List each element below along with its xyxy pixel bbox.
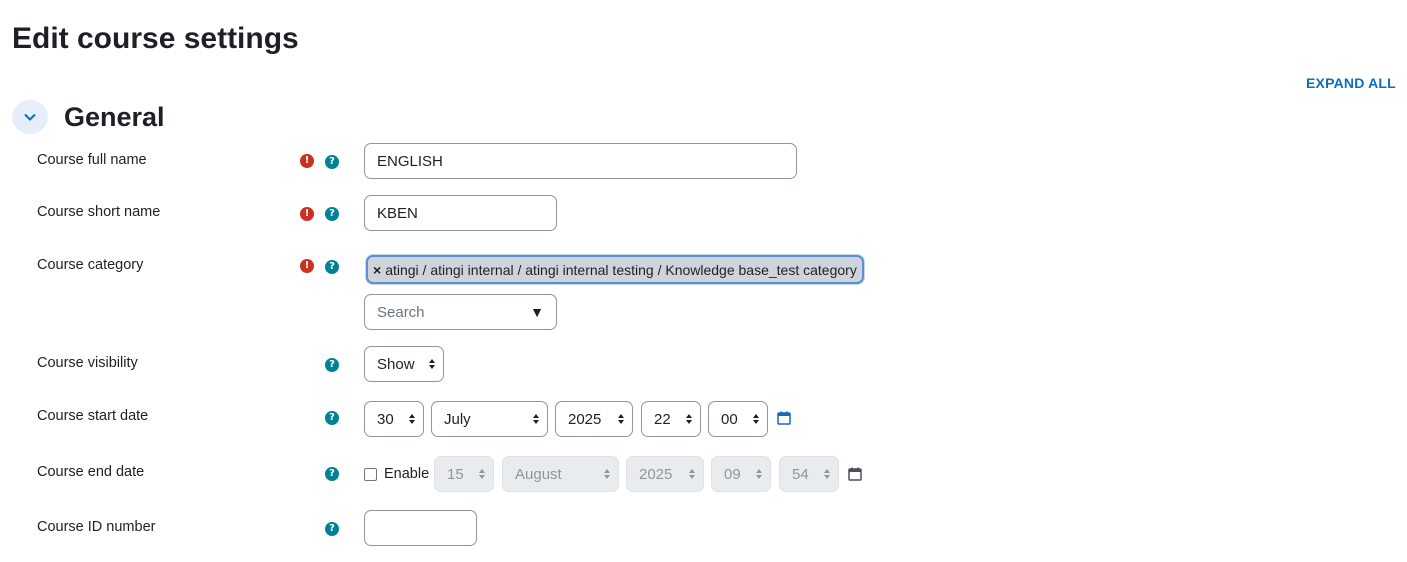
- end-date-enable-checkbox[interactable]: [364, 468, 377, 481]
- select-arrows-icon: [689, 469, 695, 479]
- help-icon[interactable]: ?: [325, 522, 339, 536]
- end-day-value: 15: [447, 465, 464, 483]
- help-icon[interactable]: ?: [325, 358, 339, 372]
- required-icon: !: [300, 259, 314, 273]
- select-arrows-icon: [753, 414, 759, 424]
- course-visibility-label: Course visibility: [37, 355, 138, 371]
- category-search-input[interactable]: Search ▼: [364, 294, 557, 330]
- start-hour-value: 22: [654, 410, 671, 428]
- end-year-select: 2025: [626, 456, 704, 492]
- start-month-value: July: [444, 410, 471, 428]
- select-arrows-icon: [533, 414, 539, 424]
- course-short-name-label: Course short name: [37, 204, 161, 220]
- end-hour-value: 09: [724, 465, 741, 483]
- select-arrows-icon: [479, 469, 485, 479]
- selected-category-chip[interactable]: × atingi / atingi internal / atingi inte…: [366, 255, 864, 284]
- help-icon[interactable]: ?: [325, 467, 339, 481]
- end-month-select: August: [502, 456, 619, 492]
- section-collapse-toggle[interactable]: [12, 100, 48, 134]
- course-full-name-input[interactable]: [364, 143, 797, 179]
- select-arrows-icon: [409, 414, 415, 424]
- calendar-icon[interactable]: [777, 411, 791, 425]
- dropdown-arrow-icon[interactable]: ▼: [530, 304, 544, 320]
- start-year-select[interactable]: 2025: [555, 401, 633, 437]
- end-month-value: August: [515, 465, 562, 483]
- course-category-label: Course category: [37, 257, 144, 273]
- start-day-select[interactable]: 30: [364, 401, 424, 437]
- end-minute-value: 54: [792, 465, 809, 483]
- calendar-icon: [848, 467, 862, 481]
- end-day-select: 15: [434, 456, 494, 492]
- required-icon: !: [300, 207, 314, 221]
- select-arrows-icon: [824, 469, 830, 479]
- course-id-number-label: Course ID number: [37, 519, 156, 535]
- select-arrows-icon: [618, 414, 624, 424]
- select-arrows-icon: [604, 469, 610, 479]
- end-year-value: 2025: [639, 465, 673, 483]
- help-icon[interactable]: ?: [325, 411, 339, 425]
- help-icon[interactable]: ?: [325, 155, 339, 169]
- chip-label: atingi / atingi internal / atingi intern…: [385, 261, 857, 278]
- visibility-value: Show: [377, 355, 415, 373]
- course-full-name-label: Course full name: [37, 152, 147, 168]
- start-month-select[interactable]: July: [431, 401, 548, 437]
- enable-label[interactable]: Enable: [384, 466, 429, 482]
- search-placeholder: Search: [377, 303, 425, 321]
- course-id-number-input[interactable]: [364, 510, 477, 546]
- course-start-date-label: Course start date: [37, 408, 149, 424]
- page-title: Edit course settings: [12, 22, 299, 55]
- start-minute-value: 00: [721, 410, 738, 428]
- select-arrows-icon: [756, 469, 762, 479]
- help-icon[interactable]: ?: [325, 260, 339, 274]
- select-arrows-icon: [686, 414, 692, 424]
- expand-all-link[interactable]: EXPAND ALL: [1306, 75, 1396, 91]
- start-year-value: 2025: [568, 410, 602, 428]
- visibility-select[interactable]: Show: [364, 346, 444, 382]
- end-hour-select: 09: [711, 456, 771, 492]
- start-hour-select[interactable]: 22: [641, 401, 701, 437]
- course-end-date-label: Course end date: [37, 464, 145, 480]
- course-short-name-input[interactable]: [364, 195, 557, 231]
- select-arrows-icon: [429, 359, 435, 369]
- remove-chip-icon[interactable]: ×: [373, 262, 381, 278]
- chevron-down-icon: [24, 114, 36, 121]
- section-title-general: General: [64, 102, 165, 132]
- help-icon[interactable]: ?: [325, 207, 339, 221]
- start-minute-select[interactable]: 00: [708, 401, 768, 437]
- required-icon: !: [300, 154, 314, 168]
- start-day-value: 30: [377, 410, 394, 428]
- end-minute-select: 54: [779, 456, 839, 492]
